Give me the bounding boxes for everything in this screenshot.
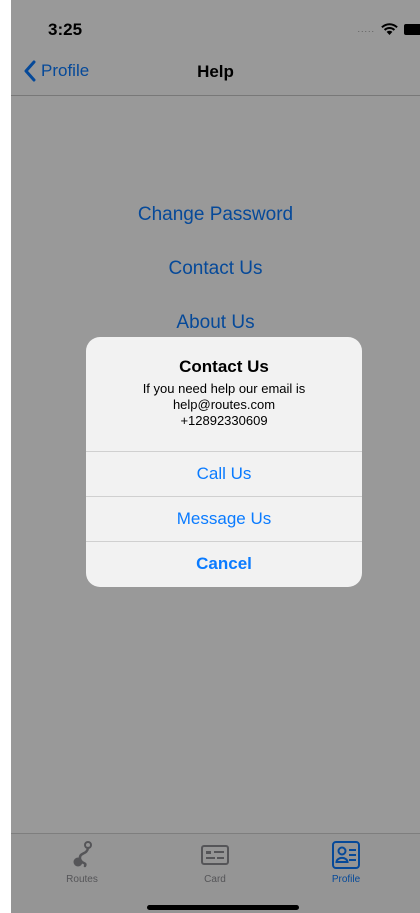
contact-us-alert: Contact Us If you need help our email is… <box>86 337 362 587</box>
home-indicator[interactable] <box>147 905 299 910</box>
alert-header: Contact Us If you need help our email is… <box>86 337 362 451</box>
alert-phone: +12892330609 <box>180 413 268 428</box>
alert-email: help@routes.com <box>172 397 276 412</box>
alert-title: Contact Us <box>179 357 269 376</box>
call-us-button[interactable]: Call Us <box>86 451 362 496</box>
phone-screen: 3:25 ..... Profile Help Change Password … <box>11 0 420 913</box>
alert-message-line: If you need help our email is <box>142 381 306 396</box>
message-us-button[interactable]: Message Us <box>86 496 362 541</box>
cancel-button[interactable]: Cancel <box>86 541 362 586</box>
alert-message: If you need help our email is help@route… <box>86 381 362 429</box>
